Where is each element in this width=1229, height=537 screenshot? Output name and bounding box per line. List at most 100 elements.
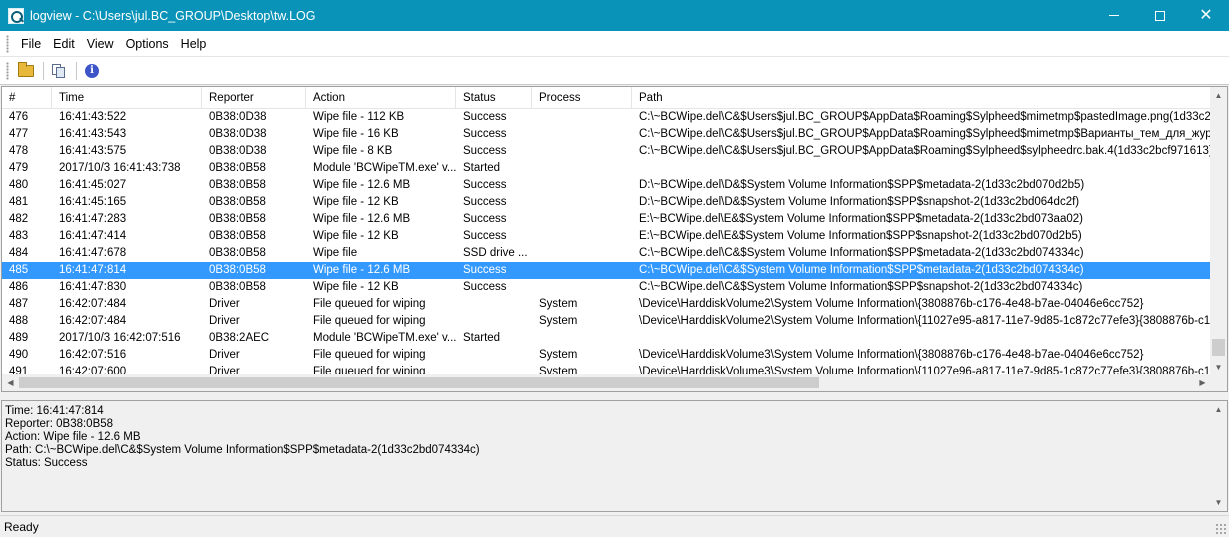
- table-row[interactable]: 476 16:41:43:522 0B38:0D38 Wipe file - 112 …: [2, 109, 1211, 126]
- cell-process: [532, 211, 632, 228]
- details-status: Status: Success: [5, 457, 88, 469]
- table-row[interactable]: 477 16:41:43:543 0B38:0D38 Wipe file - 16 K…: [2, 126, 1211, 143]
- cell-number: 479: [9, 162, 29, 174]
- cell-process: [532, 194, 632, 211]
- about-button[interactable]: i: [81, 60, 103, 82]
- column-header-action[interactable]: Action: [306, 87, 456, 109]
- column-header-reporter[interactable]: Reporter: [202, 87, 306, 109]
- table-row[interactable]: 487 16:42:07:484 Driver File queued for wip…: [2, 296, 1211, 313]
- table-row[interactable]: 488 16:42:07:484 Driver File queued for wip…: [2, 313, 1211, 330]
- copy-button[interactable]: [48, 60, 70, 82]
- cell-number: 482: [9, 213, 29, 225]
- cell-time: 16:41:43:575: [59, 145, 127, 157]
- cell-reporter: 0B38:0D38: [209, 111, 267, 123]
- cell-action: Wipe file - 8 KB: [313, 145, 393, 157]
- table-row[interactable]: 481 16:41:45:165 0B38:0B58 Wipe file - 12 K…: [2, 194, 1211, 211]
- title-bar[interactable]: logview - C:\Users\jul.BC_GROUP\Desktop\…: [0, 0, 1229, 31]
- menu-edit[interactable]: Edit: [47, 31, 81, 57]
- cell-time: 2017/10/3 16:41:43:738: [59, 162, 181, 174]
- menu-options[interactable]: Options: [120, 31, 175, 57]
- cell-reporter: 0B38:0B58: [209, 196, 266, 208]
- scroll-up-arrow-icon[interactable]: ▲: [1210, 87, 1227, 104]
- table-row[interactable]: 485 16:41:47:814 0B38:0B58 Wipe file - 12.6…: [2, 262, 1211, 279]
- table-row[interactable]: 486 16:41:47:830 0B38:0B58 Wipe file - 12 K…: [2, 279, 1211, 296]
- cell-action: File queued for wiping: [313, 349, 426, 361]
- scroll-down-arrow-icon[interactable]: ▼: [1210, 494, 1227, 511]
- menu-file[interactable]: File: [15, 31, 47, 57]
- column-header-time[interactable]: Time: [52, 87, 202, 109]
- column-header-status[interactable]: Status: [456, 87, 532, 109]
- minimize-icon: [1109, 15, 1119, 16]
- cell-time: 16:41:43:543: [59, 128, 127, 140]
- table-row[interactable]: 478 16:41:43:575 0B38:0D38 Wipe file - 8 KB…: [2, 143, 1211, 160]
- details-action: Action: Wipe file - 12.6 MB: [5, 431, 141, 443]
- cell-status: Success: [463, 196, 507, 208]
- toolbar-grip[interactable]: [6, 61, 9, 80]
- cell-path: C:\~BCWipe.del\C&$Users$jul.BC_GROUP$App…: [639, 145, 1211, 157]
- cell-process: [532, 177, 632, 194]
- cell-action: Wipe file - 16 KB: [313, 128, 399, 140]
- table-row[interactable]: 479 2017/10/3 16:41:43:738 0B38:0B58 Module…: [2, 160, 1211, 177]
- cell-status: Success: [463, 111, 507, 123]
- logview-app-icon[interactable]: [8, 7, 24, 24]
- menubar-grip[interactable]: [6, 34, 9, 53]
- scroll-left-arrow-icon[interactable]: ◀: [2, 374, 19, 391]
- cell-status: Success: [463, 179, 507, 191]
- cell-path: E:\~BCWipe.del\E&$System Volume Informat…: [639, 230, 1082, 242]
- cell-action: Wipe file - 12.6 MB: [313, 179, 411, 191]
- cell-process: [532, 143, 632, 160]
- cell-reporter: 0B38:0B58: [209, 281, 266, 293]
- cell-reporter: 0B38:0D38: [209, 128, 267, 140]
- column-header-number[interactable]: #: [2, 87, 52, 109]
- menu-help[interactable]: Help: [175, 31, 213, 57]
- resize-grip-icon[interactable]: [1215, 523, 1227, 535]
- cell-time: 16:42:07:484: [59, 315, 127, 327]
- cell-process: [532, 279, 632, 296]
- details-reporter: Reporter: 0B38:0B58: [5, 418, 114, 430]
- menu-view[interactable]: View: [81, 31, 120, 57]
- cell-status: Success: [463, 264, 507, 276]
- window-title: logview - C:\Users\jul.BC_GROUP\Desktop\…: [30, 8, 316, 23]
- details-vertical-scrollbar[interactable]: ▲ ▼: [1210, 401, 1227, 511]
- cell-process: [532, 160, 632, 177]
- table-row[interactable]: 484 16:41:47:678 0B38:0B58 Wipe file SSD dri…: [2, 245, 1211, 262]
- open-button[interactable]: [15, 60, 37, 82]
- cell-number: 476: [9, 111, 29, 123]
- minimize-button[interactable]: [1091, 0, 1137, 31]
- vertical-scroll-thumb[interactable]: [1212, 339, 1225, 356]
- list-horizontal-scrollbar[interactable]: ◀ ▶: [2, 374, 1211, 391]
- close-button[interactable]: ✕: [1183, 0, 1229, 31]
- cell-time: 16:41:45:165: [59, 196, 127, 208]
- cell-number: 483: [9, 230, 29, 242]
- table-row[interactable]: 490 16:42:07:516 Driver File queued for wip…: [2, 347, 1211, 364]
- cell-process: [532, 245, 632, 262]
- column-header-path[interactable]: Path: [632, 87, 1211, 109]
- log-list-view[interactable]: # Time Reporter Action Status Process Pa…: [1, 86, 1228, 392]
- maximize-button[interactable]: [1137, 0, 1183, 31]
- table-row[interactable]: 489 2017/10/3 16:42:07:516 0B38:2AEC Module…: [2, 330, 1211, 347]
- list-vertical-scrollbar[interactable]: ▲ ▼: [1210, 87, 1227, 376]
- cell-reporter: Driver: [209, 298, 240, 310]
- table-row[interactable]: 480 16:41:45:027 0B38:0B58 Wipe file - 12.6…: [2, 177, 1211, 194]
- cell-process: [532, 330, 632, 347]
- cell-reporter: Driver: [209, 315, 240, 327]
- cell-path: \Device\HarddiskVolume2\System Volume In…: [639, 315, 1211, 327]
- cell-status: Success: [463, 145, 507, 157]
- cell-time: 16:41:47:283: [59, 213, 127, 225]
- toolbar-separator: [76, 61, 77, 80]
- column-header-process[interactable]: Process: [532, 87, 632, 109]
- table-row[interactable]: 483 16:41:47:414 0B38:0B58 Wipe file - 12 K…: [2, 228, 1211, 245]
- cell-path: C:\~BCWipe.del\C&$System Volume Informat…: [639, 281, 1083, 293]
- cell-time: 16:42:07:484: [59, 298, 127, 310]
- scroll-up-arrow-icon[interactable]: ▲: [1210, 401, 1227, 418]
- cell-status: [456, 296, 532, 313]
- horizontal-scroll-thumb[interactable]: [19, 377, 819, 388]
- scroll-right-arrow-icon[interactable]: ▶: [1194, 374, 1211, 391]
- cell-status: Started: [463, 162, 501, 174]
- details-pane[interactable]: Time: 16:41:47:814 Reporter: 0B38:0B58 A…: [1, 400, 1228, 512]
- cell-time: 16:41:45:027: [59, 179, 127, 191]
- cell-action: Wipe file: [313, 247, 358, 259]
- toolbar-separator: [43, 61, 44, 80]
- table-row[interactable]: 482 16:41:47:283 0B38:0B58 Wipe file - 12.6…: [2, 211, 1211, 228]
- cell-action: File queued for wiping: [313, 315, 426, 327]
